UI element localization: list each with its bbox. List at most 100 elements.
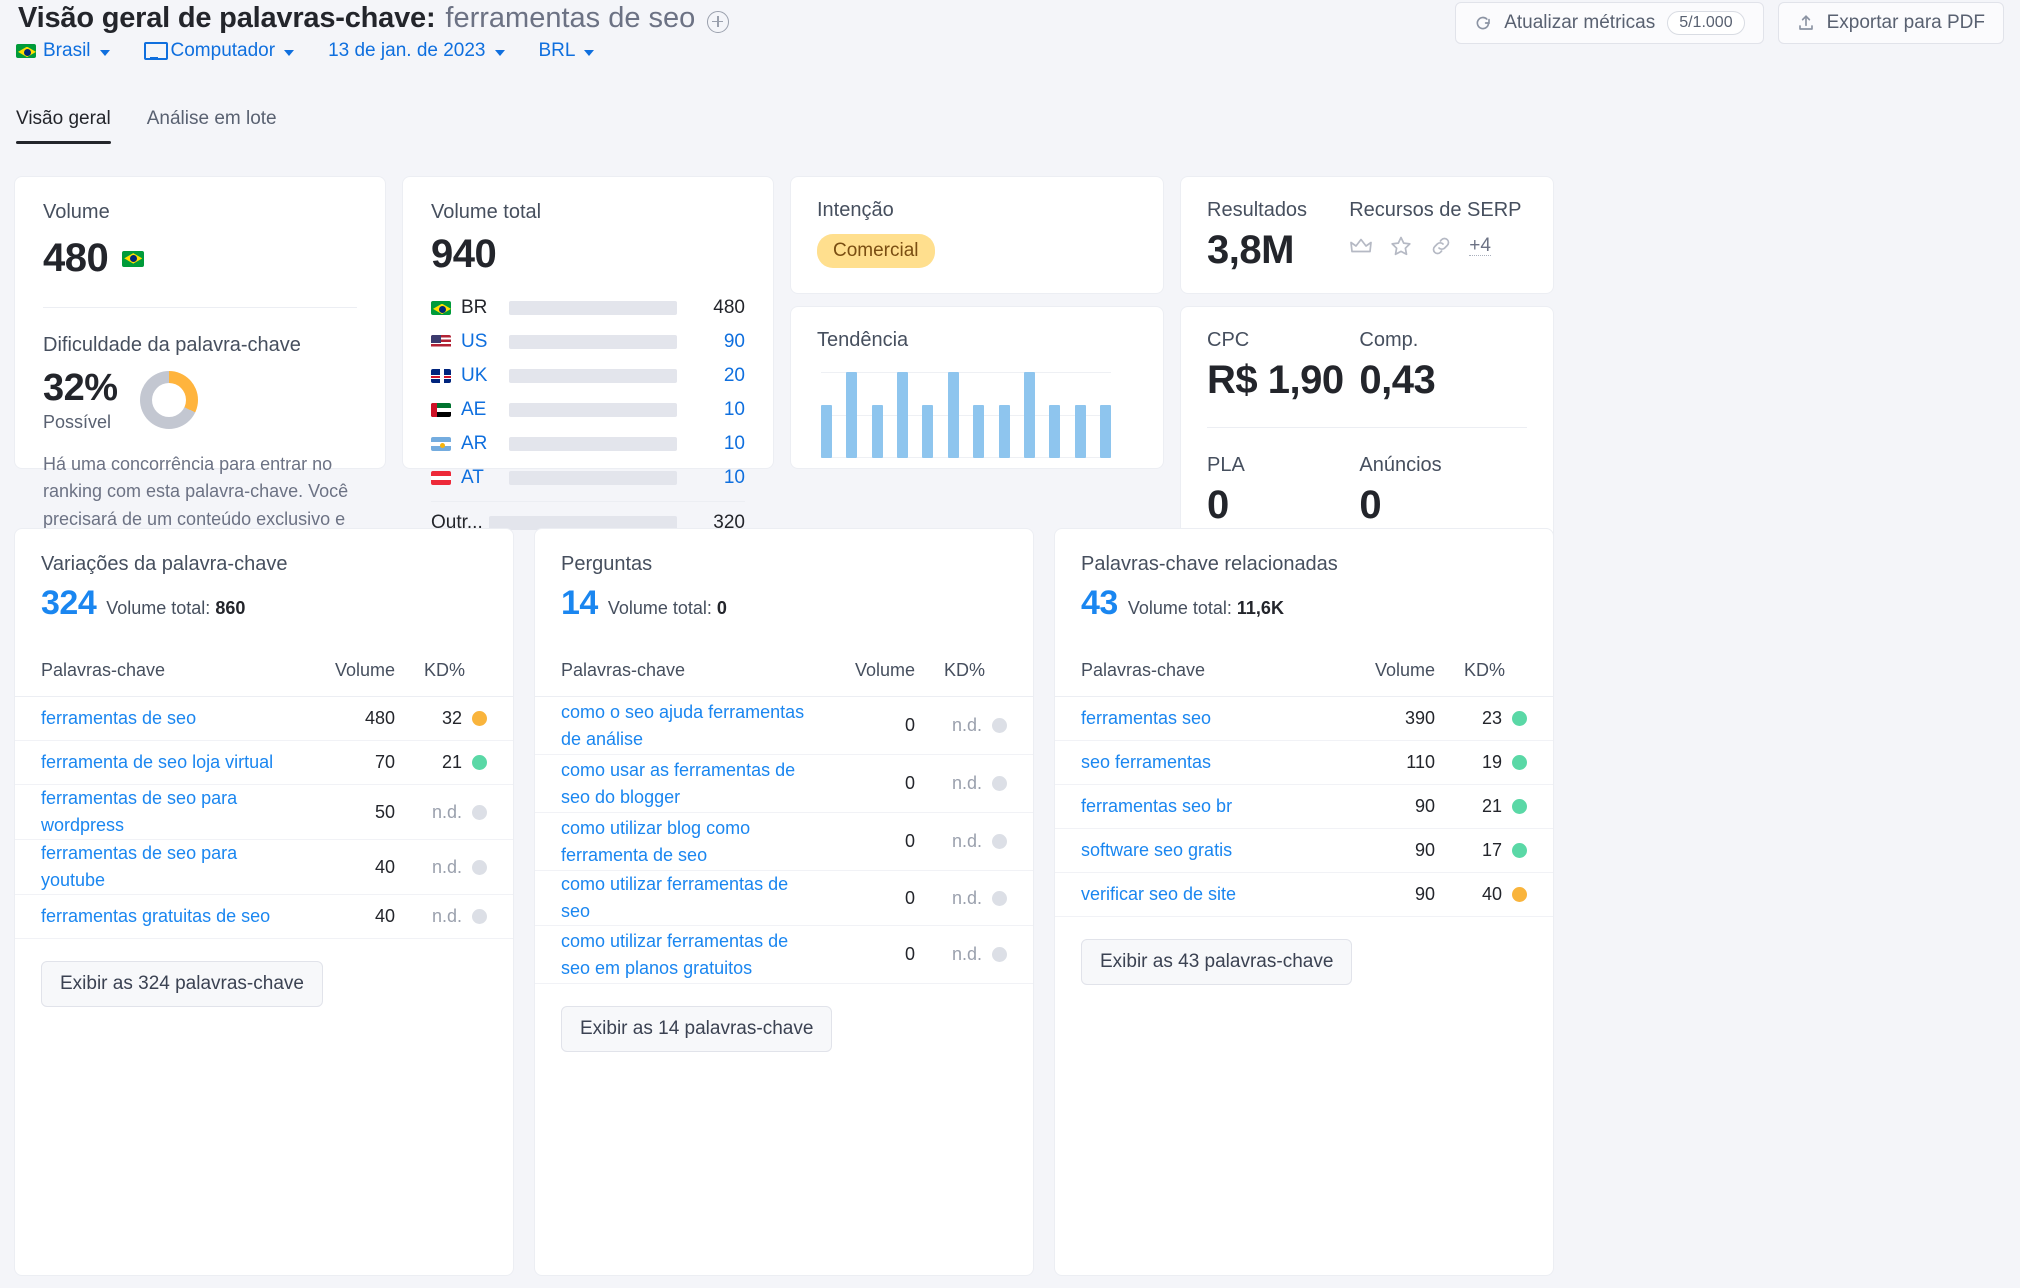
keyword-link[interactable]: ferramenta de seo loja virtual [41,749,303,776]
table-row: ferramentas de seo48032 [15,697,513,741]
volume-label: Volume [43,201,357,224]
refresh-quota-badge: 5/1.000 [1667,11,1744,35]
kd-status-dot [992,947,1007,962]
keyword-link[interactable]: ferramentas seo [1081,705,1343,732]
table-row: como usar as ferramentas de seo do blogg… [535,755,1033,813]
keyword-link[interactable]: software seo gratis [1081,837,1343,864]
link-icon[interactable] [1429,234,1453,258]
variations-total-value: 860 [215,598,245,618]
filter-date[interactable]: 13 de jan. de 2023 [328,40,504,62]
country-volume[interactable]: 90 [691,331,745,353]
trend-bar [1024,372,1035,458]
pla-value: 0 [1207,483,1359,528]
country-code[interactable]: AT [461,467,509,489]
show-all-questions-button[interactable]: Exibir as 14 palavras-chave [561,1006,832,1052]
export-pdf-button[interactable]: Exportar para PDF [1778,2,2004,44]
chevron-down-icon [495,50,505,56]
kd-status-dot [1512,799,1527,814]
column-header-kd[interactable]: KD% [915,660,1007,681]
column-header-volume[interactable]: Volume [303,660,395,681]
country-row-at: AT 10 [431,461,745,495]
column-header-keyword[interactable]: Palavras-chave [41,660,303,681]
column-header-volume[interactable]: Volume [1343,660,1435,681]
keyword-link[interactable]: como o seo ajuda ferramentas de análise [561,699,823,753]
table-row: ferramentas seo39023 [1055,697,1553,741]
divider [1207,427,1527,428]
questions-table-card: Perguntas 14 Volume total: 0 Palavras-ch… [534,528,1034,1276]
tab-bar: Visão geral Análise em lote [16,108,313,144]
filter-device[interactable]: Computador [144,40,295,62]
tab-overview[interactable]: Visão geral [16,108,111,144]
keyword-link[interactable]: como utilizar ferramentas de seo em plan… [561,928,823,982]
column-header-kd[interactable]: KD% [1435,660,1527,681]
keyword-link[interactable]: como utilizar ferramentas de seo [561,871,823,925]
country-code[interactable]: AE [461,399,509,421]
row-kd: n.d. [915,773,1007,794]
column-header-volume[interactable]: Volume [823,660,915,681]
keyword-link[interactable]: ferramentas de seo para youtube [41,840,303,894]
keyword-link[interactable]: ferramentas seo br [1081,793,1343,820]
row-kd: 17 [1435,840,1527,861]
keyword-link[interactable]: ferramentas de seo para wordpress [41,785,303,839]
keyword-link[interactable]: como usar as ferramentas de seo do blogg… [561,757,823,811]
country-volume[interactable]: 20 [691,365,745,387]
show-all-variations-button[interactable]: Exibir as 324 palavras-chave [41,961,323,1007]
serp-features-more[interactable]: +4 [1469,236,1491,256]
results-block: Resultados 3,8M [1207,199,1349,273]
country-code[interactable]: US [461,331,509,353]
volume-total-label: Volume total [431,201,745,224]
flag-uk-icon [431,369,451,383]
volume-total-value: 940 [431,232,745,277]
intent-card: Intenção Comercial [790,176,1164,294]
column-header-keyword[interactable]: Palavras-chave [1081,660,1343,681]
country-bar-track [509,301,677,315]
intent-chip[interactable]: Comercial [817,234,935,268]
column-header-kd[interactable]: KD% [395,660,487,681]
keyword-link[interactable]: ferramentas de seo [41,705,303,732]
column-header-keyword[interactable]: Palavras-chave [561,660,823,681]
star-icon[interactable] [1389,234,1413,258]
country-code[interactable]: AR [461,433,509,455]
variations-total: Volume total: 860 [106,598,245,619]
table-row: software seo gratis9017 [1055,829,1553,873]
kd-status-dot [992,718,1007,733]
row-kd: n.d. [395,802,487,823]
country-volume[interactable]: 480 [691,297,745,319]
plus-circle-icon[interactable] [707,11,729,33]
country-row-ar: AR 10 [431,427,745,461]
show-all-related-button[interactable]: Exibir as 43 palavras-chave [1081,939,1352,985]
trend-bar [922,405,933,458]
filter-currency[interactable]: BRL [539,40,595,62]
keyword-link[interactable]: verificar seo de site [1081,881,1343,908]
crown-icon[interactable] [1349,234,1373,258]
country-bar-track [509,335,677,349]
row-kd: 23 [1435,708,1527,729]
row-kd: 21 [395,752,487,773]
country-volume[interactable]: 10 [691,467,745,489]
tab-batch-analysis[interactable]: Análise em lote [147,108,277,144]
filter-currency-label: BRL [539,40,576,62]
row-volume: 90 [1343,884,1435,905]
chevron-down-icon [284,50,294,56]
kd-status-dot [472,909,487,924]
country-code[interactable]: BR [461,297,509,319]
country-code[interactable]: UK [461,365,509,387]
country-volume[interactable]: 10 [691,399,745,421]
filter-country[interactable]: Brasil [16,40,110,62]
questions-table-body: como o seo ajuda ferramentas de análise0… [535,697,1033,984]
questions-total-value: 0 [717,598,727,618]
refresh-metrics-button[interactable]: Atualizar métricas 5/1.000 [1455,2,1763,44]
ads-value: 0 [1359,483,1527,528]
questions-total-label: Volume total: [608,598,712,618]
kd-status-dot [992,891,1007,906]
row-kd-value: 19 [1482,752,1502,773]
country-volume[interactable]: 10 [691,433,745,455]
keyword-link[interactable]: seo ferramentas [1081,749,1343,776]
related-table-header: Palavras-chave Volume KD% [1055,645,1553,697]
related-total: Volume total: 11,6K [1128,598,1284,619]
keyword-link[interactable]: ferramentas gratuitas de seo [41,903,303,930]
keyword-link[interactable]: como utilizar blog como ferramenta de se… [561,815,823,869]
country-row-ae: AE 10 [431,393,745,427]
flag-us-icon [431,335,451,349]
volume-value: 480 [43,236,108,281]
